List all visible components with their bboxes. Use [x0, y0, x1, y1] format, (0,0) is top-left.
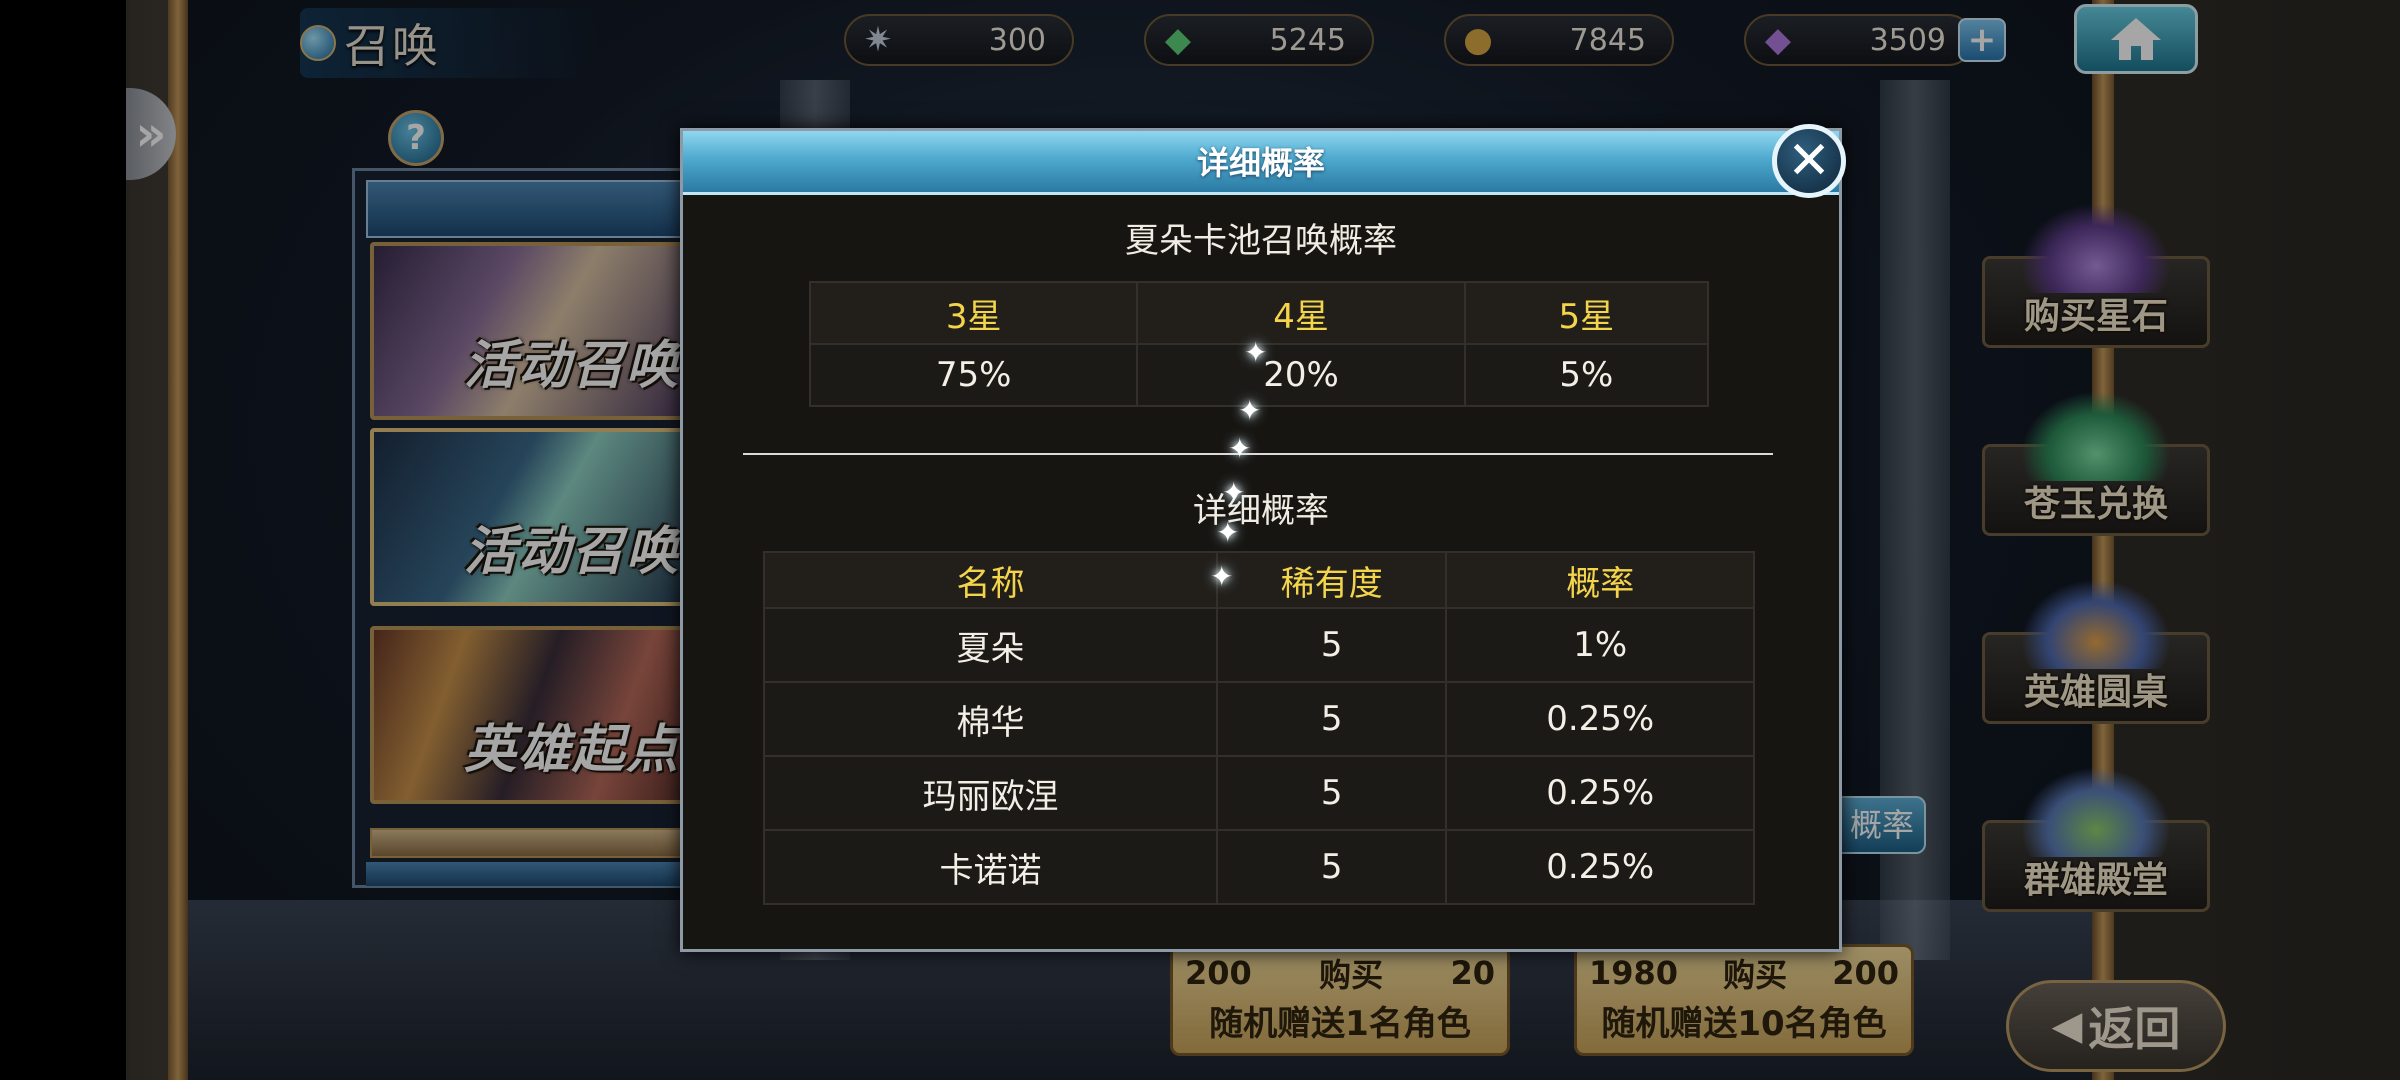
hero-rate: 0.25%	[1445, 829, 1755, 905]
close-dialog-button[interactable]: ✕	[1772, 124, 1846, 198]
hero-rate: 1%	[1445, 607, 1755, 683]
hero-rate: 0.25%	[1445, 755, 1755, 831]
sparkle-effect-icon: ✦	[1238, 394, 1262, 427]
sparkle-effect-icon: ✦	[1210, 560, 1234, 593]
table-row: 夏朵 5 1%	[763, 607, 1755, 683]
pool-rate-title: 夏朵卡池召唤概率	[1125, 221, 1397, 261]
hero-rarity: 5	[1215, 681, 1448, 757]
star-rate-header: 4星	[1136, 281, 1466, 345]
detail-rate-title: 详细概率	[1193, 491, 1329, 531]
column-header-rate: 概率	[1445, 551, 1755, 609]
dialog-title: 详细概率	[683, 131, 1839, 195]
sparkle-effect-icon: ✦	[1222, 476, 1246, 509]
star-rate-value: 20%	[1136, 343, 1466, 407]
hero-name: 夏朵	[763, 607, 1218, 683]
table-row: 卡诺诺 5 0.25%	[763, 829, 1755, 905]
table-row: 玛丽欧涅 5 0.25%	[763, 755, 1755, 831]
hero-name: 棉华	[763, 681, 1218, 757]
star-rate-value: 5%	[1463, 343, 1710, 407]
table-row: 棉华 5 0.25%	[763, 681, 1755, 757]
sparkle-effect-icon: ✦	[1216, 516, 1240, 549]
star-rate-value: 75%	[808, 343, 1139, 407]
sparkle-effect-icon: ✦	[1228, 432, 1252, 465]
hero-rarity: 5	[1215, 607, 1448, 683]
star-rate-header: 3星	[808, 281, 1139, 345]
column-header-name: 名称	[763, 551, 1218, 609]
hero-name: 卡诺诺	[763, 829, 1218, 905]
detail-rate-scroll-area[interactable]: 名称 稀有度 概率 夏朵 5 1% 棉华 5 0.25% 玛丽欧涅 5 0.25…	[763, 551, 1755, 943]
star-rate-header: 5星	[1463, 281, 1710, 345]
hero-name: 玛丽欧涅	[763, 755, 1218, 831]
column-header-rarity: 稀有度	[1215, 551, 1448, 609]
section-divider	[743, 453, 1773, 455]
star-rate-header-row: 3星 4星 5星	[808, 281, 1710, 345]
game-screen: 召唤 ✷ 300 ◆ 5245 ● 7845 ◆ 3509 + » ? 活动召唤…	[0, 0, 2400, 1080]
detail-rate-table: 名称 稀有度 概率 夏朵 5 1% 棉华 5 0.25% 玛丽欧涅 5 0.25…	[763, 551, 1755, 905]
hero-rarity: 5	[1215, 755, 1448, 831]
sparkle-effect-icon: ✦	[1244, 336, 1268, 369]
rate-details-dialog: 详细概率 夏朵卡池召唤概率 3星 4星 5星 75% 20% 5% 详细概率 名…	[680, 128, 1842, 952]
hero-rarity: 5	[1215, 829, 1448, 905]
table-header-row: 名称 稀有度 概率	[763, 551, 1755, 609]
hero-rate: 0.25%	[1445, 681, 1755, 757]
